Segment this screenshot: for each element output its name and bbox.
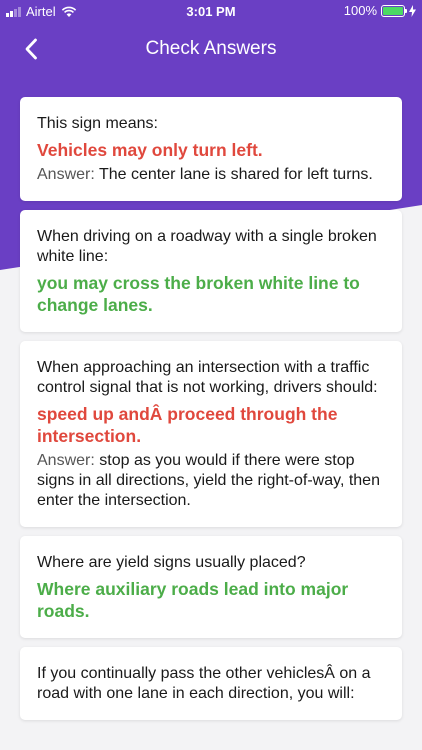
answer-card: When approaching an intersection with a … (20, 341, 402, 527)
answer-label: Answer: (37, 452, 95, 469)
battery-percent: 100% (343, 3, 377, 18)
wrong-user-answer: speed up andÂ proceed through the inters… (37, 404, 338, 446)
status-bar: Airtel 3:01 PM 100% (0, 0, 422, 22)
question-text: Where are yield signs usually placed? (37, 554, 306, 571)
question-text: If you continually pass the other vehicl… (37, 665, 371, 702)
correct-answer: Answer: The center lane is shared for le… (37, 165, 386, 185)
answer-card: Where are yield signs usually placed? Whe… (20, 536, 402, 638)
page-title: Check Answers (145, 38, 277, 59)
charging-icon (409, 4, 416, 17)
correct-user-answer: you may cross the broken white line to c… (37, 273, 360, 315)
battery-icon (381, 4, 407, 17)
answer-card: If you continually pass the other vehicl… (20, 647, 402, 720)
battery-area: 100% (344, 3, 416, 18)
answer-card: This sign means: Vehicles may only turn l… (20, 97, 402, 201)
correct-answer-text: The center lane is shared for left turns… (98, 166, 373, 183)
wrong-user-answer: Vehicles may only turn left. (37, 140, 263, 160)
answer-card: When driving on a roadway with a single … (20, 210, 402, 332)
question-text: When driving on a roadway with a single … (37, 228, 377, 265)
question-text: When approaching an intersection with a … (37, 359, 378, 396)
nav-bar: Check Answers (0, 24, 422, 74)
correct-answer: Answer: stop as you would if there were … (37, 451, 386, 511)
question-text: This sign means: (37, 115, 158, 132)
answer-label: Answer: (37, 166, 95, 183)
answers-list: This sign means: Vehicles may only turn l… (20, 97, 402, 729)
correct-user-answer: Where auxiliary roads lead into major ro… (37, 579, 349, 621)
